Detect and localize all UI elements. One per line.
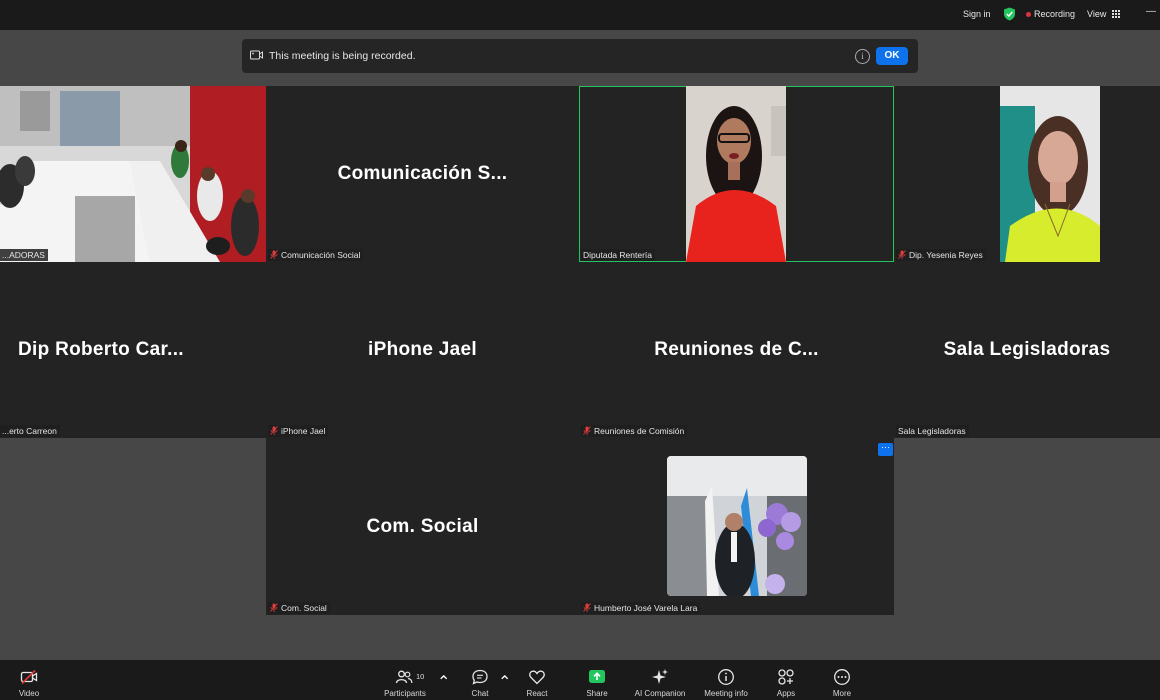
heart-icon xyxy=(529,670,545,685)
video-tile-sala[interactable]: ...ADORAS xyxy=(0,86,266,262)
share-label: Share xyxy=(586,689,608,698)
video-tile-dip-yesenia-reyes[interactable]: Dip. Yesenia Reyes xyxy=(894,86,1160,262)
muted-mic-icon xyxy=(898,250,906,259)
ai-sparkle-icon xyxy=(652,669,668,684)
participant-name-label: Sala Legisladoras xyxy=(896,425,969,437)
video-tile-iphone-jael[interactable]: iPhone Jael iPhone Jael xyxy=(266,262,579,438)
chat-button[interactable]: Chat xyxy=(460,660,500,700)
participant-name-text: Reuniones de Comisión xyxy=(594,426,685,436)
share-screen-icon xyxy=(589,670,605,683)
react-button[interactable]: React xyxy=(517,660,557,700)
participant-display-name: Com. Social xyxy=(366,515,479,537)
muted-mic-icon xyxy=(583,426,591,435)
video-tile-humberto-jose-varela-lara[interactable]: Humberto José Varela Lara xyxy=(579,438,894,615)
encryption-shield-icon[interactable] xyxy=(1003,7,1016,21)
participant-name-label: Humberto José Varela Lara xyxy=(581,602,701,614)
info-circle-icon xyxy=(718,669,734,685)
participant-name-text: Humberto José Varela Lara xyxy=(594,603,698,613)
view-button[interactable]: View xyxy=(1087,9,1120,19)
participant-name-label: ...erto Carreon xyxy=(0,425,60,437)
participant-name-text: Dip. Yesenia Reyes xyxy=(909,250,983,260)
participants-button[interactable]: 10 Participants xyxy=(380,660,430,700)
video-tile-reuniones-de-comision[interactable]: Reuniones de C... Reuniones de Comisión xyxy=(579,262,894,438)
recording-dot-icon xyxy=(1026,12,1031,18)
record-camera-icon xyxy=(250,50,263,60)
participant-name-label: Reuniones de Comisión xyxy=(581,425,688,437)
participants-label: Participants xyxy=(384,689,426,698)
chat-caret-icon[interactable]: ⌃ xyxy=(498,672,511,692)
participant-display-name: iPhone Jael xyxy=(368,339,477,360)
ok-button[interactable]: OK xyxy=(876,47,908,65)
participant-name-text: Comunicación Social xyxy=(281,250,361,260)
react-label: React xyxy=(526,689,548,698)
meeting-info-label: Meeting info xyxy=(704,689,748,698)
chat-label: Chat xyxy=(471,689,489,698)
participant-name-label: Com. Social xyxy=(268,602,330,614)
participants-count: 10 xyxy=(416,672,425,681)
ai-companion-button[interactable]: AI Companion xyxy=(628,660,692,700)
view-label: View xyxy=(1087,9,1107,19)
apps-label: Apps xyxy=(776,689,796,698)
speaker-video xyxy=(686,86,786,262)
video-tile-com-social[interactable]: Com. Social Com. Social xyxy=(266,438,579,615)
muted-mic-icon xyxy=(270,250,278,259)
recording-notice-text: This meeting is being recorded. xyxy=(269,50,416,62)
muted-mic-icon xyxy=(270,603,278,612)
participant-name-label: ...ADORAS xyxy=(0,249,48,261)
recording-label: Recording xyxy=(1034,9,1076,19)
profile-picture xyxy=(667,456,807,596)
participant-name-label: Diputada Rentería xyxy=(581,249,655,261)
participant-display-name: Comunicación S... xyxy=(337,163,508,184)
sign-in-link[interactable]: Sign in xyxy=(963,9,991,19)
minimize-icon[interactable]: — xyxy=(1146,6,1156,17)
ai-companion-label: AI Companion xyxy=(634,689,686,698)
video-label: Video xyxy=(18,689,40,698)
participant-name-text: Com. Social xyxy=(281,603,327,613)
participant-name-label: Comunicación Social xyxy=(268,249,364,261)
share-button[interactable]: Share xyxy=(577,660,617,700)
more-dots-icon xyxy=(834,669,850,685)
chat-icon xyxy=(472,669,488,685)
conference-room-video xyxy=(0,86,266,262)
participant-name-label: Dip. Yesenia Reyes xyxy=(896,249,986,261)
meeting-toolbar: Video 10 Participants ⌃ Chat ⌃ React Sha… xyxy=(0,660,1160,700)
more-button[interactable]: More xyxy=(822,660,862,700)
info-icon[interactable]: i xyxy=(855,49,870,64)
participant-display-name: Sala Legisladoras xyxy=(943,339,1111,360)
more-label: More xyxy=(832,689,852,698)
apps-icon xyxy=(778,669,794,685)
video-tile-comunicacion-social[interactable]: Comunicación S... Comunicación Social xyxy=(266,86,579,262)
participant-name-text: iPhone Jael xyxy=(281,426,326,436)
meeting-info-button[interactable]: Meeting info xyxy=(698,660,754,700)
muted-mic-icon xyxy=(583,603,591,612)
video-button[interactable]: Video xyxy=(8,660,50,700)
video-tile-diputada-renteria[interactable]: Diputada Rentería xyxy=(579,86,894,262)
video-tile-dip-roberto-carreon[interactable]: Dip Roberto Car... ...erto Carreon xyxy=(0,262,266,438)
participant-video xyxy=(1000,86,1100,262)
participant-display-name: Dip Roberto Car... xyxy=(18,339,184,360)
recording-notice-banner: This meeting is being recorded. i OK xyxy=(242,39,918,73)
muted-mic-icon xyxy=(270,426,278,435)
recording-indicator[interactable]: Recording xyxy=(1026,9,1075,19)
participants-caret-icon[interactable]: ⌃ xyxy=(437,672,450,692)
grid-view-icon xyxy=(1111,10,1120,18)
video-off-icon xyxy=(20,669,38,685)
participant-display-name: Reuniones de C... xyxy=(654,339,819,360)
participant-name-label: iPhone Jael xyxy=(268,425,329,437)
apps-button[interactable]: Apps xyxy=(766,660,806,700)
video-tile-sala-legisladoras[interactable]: Sala Legisladoras Sala Legisladoras xyxy=(894,262,1160,438)
tile-more-options-button[interactable]: ··· xyxy=(878,443,893,456)
top-bar: Sign in Recording View — xyxy=(0,0,1160,28)
participants-icon xyxy=(395,670,413,684)
